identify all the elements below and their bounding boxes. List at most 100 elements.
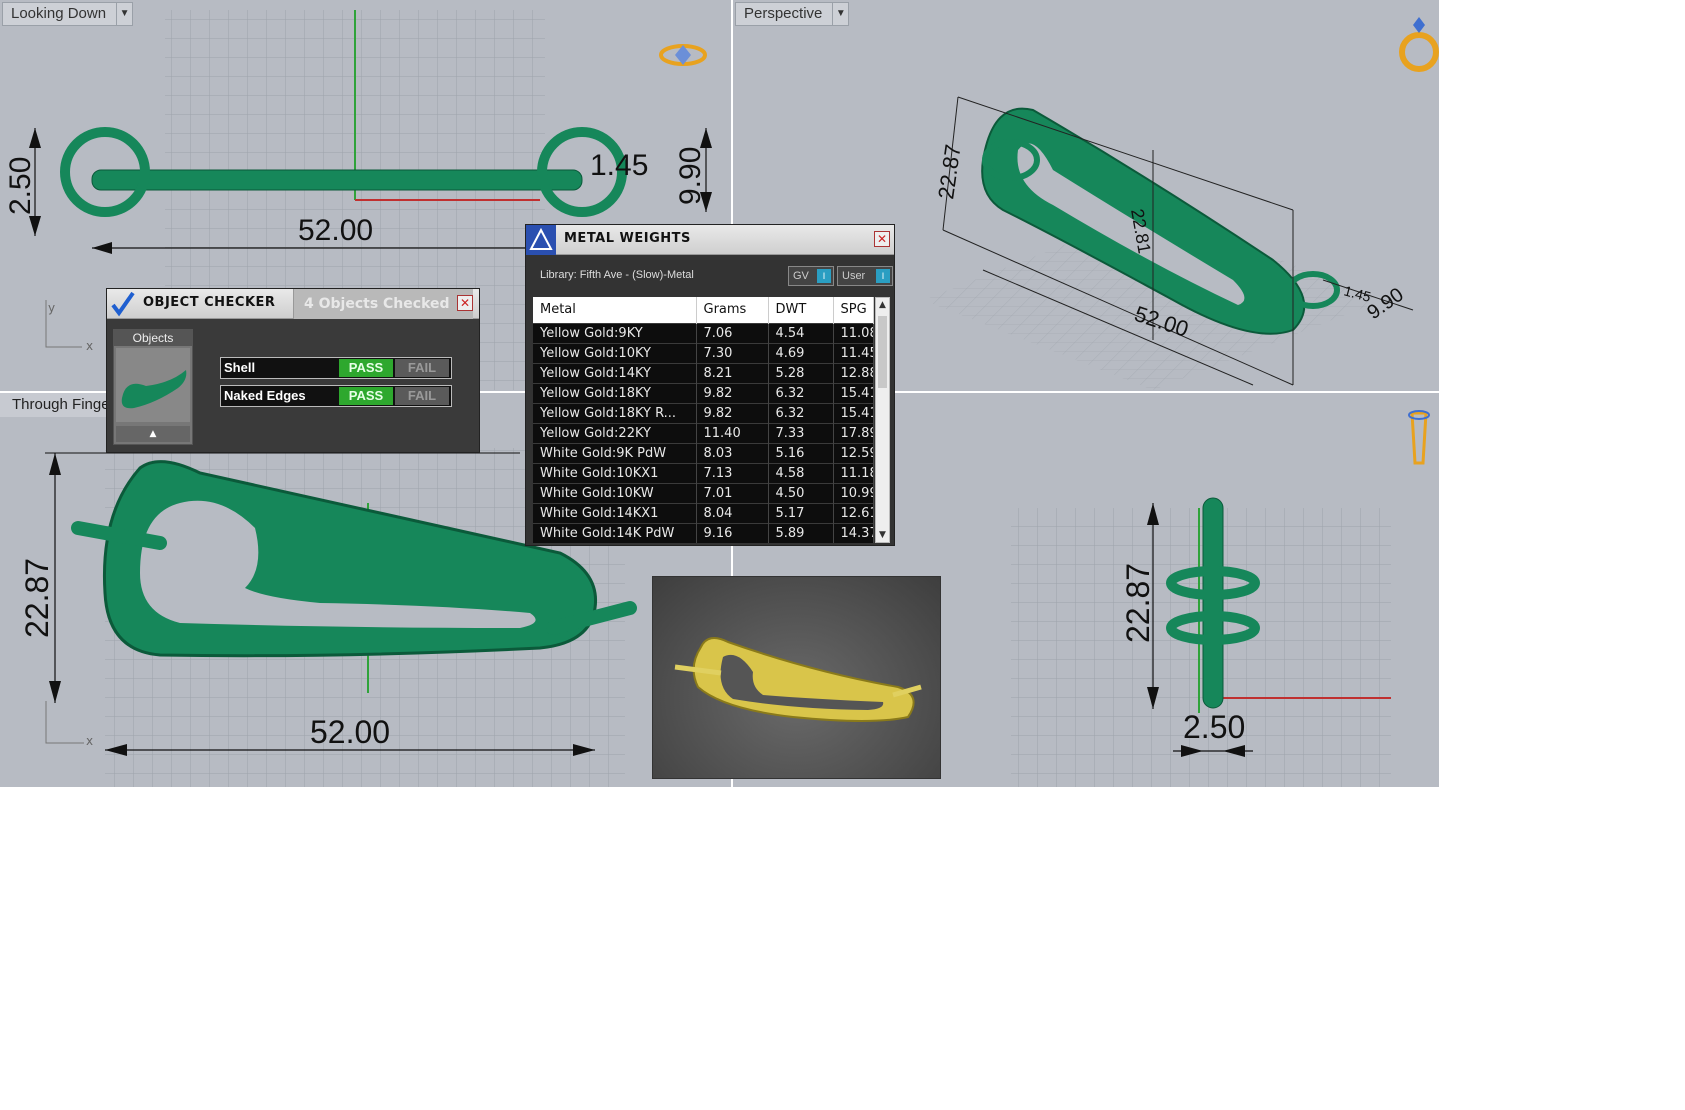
- table-cell: 9.82: [696, 402, 769, 423]
- table-cell: 10.99: [833, 482, 874, 503]
- scroll-up-arrow[interactable]: ▲: [876, 298, 889, 312]
- scale-icon: [526, 225, 556, 255]
- table-cell: 4.54: [768, 322, 834, 343]
- dim-length-label: 52.00: [298, 214, 373, 247]
- viewport-label-perspective[interactable]: Perspective ▼: [735, 2, 850, 26]
- metal-weights-titlebar[interactable]: METAL WEIGHTS ✕: [526, 225, 894, 255]
- column-header[interactable]: SPG: [833, 297, 874, 323]
- close-icon[interactable]: ✕: [874, 231, 890, 247]
- table-row[interactable]: White Gold:10KX17.134.5811.18: [533, 462, 874, 483]
- metal-weights-dialog[interactable]: METAL WEIGHTS ✕ Library: Fifth Ave - (Sl…: [525, 224, 895, 546]
- table-cell: 17.89: [833, 422, 874, 443]
- column-header[interactable]: DWT: [768, 297, 834, 323]
- scroll-down-arrow[interactable]: ▼: [876, 528, 889, 542]
- check-label: Naked Edges: [224, 388, 306, 403]
- object-thumbnail[interactable]: [116, 348, 190, 422]
- table-cell: 4.69: [768, 342, 834, 363]
- pass-button[interactable]: PASS: [339, 387, 393, 405]
- pass-button[interactable]: PASS: [339, 359, 393, 377]
- clasp-body-top: [91, 169, 583, 191]
- table-header-row: Metal Grams DWT SPG: [533, 297, 874, 323]
- viewport-label-top[interactable]: Looking Down ▼: [2, 2, 134, 26]
- table-cell: Yellow Gold:22KY: [533, 422, 697, 443]
- table-row[interactable]: Yellow Gold:14KY8.215.2812.88: [533, 362, 874, 383]
- object-checker-title: OBJECT CHECKER: [143, 295, 276, 310]
- table-cell: Yellow Gold:18KY R...: [533, 402, 697, 423]
- object-checker-dialog[interactable]: OBJECT CHECKER 4 Objects Checked ✕ Objec…: [106, 288, 480, 453]
- toggle-label: GV: [793, 270, 809, 282]
- axis-x-label: x: [86, 339, 93, 353]
- axis-triad: [45, 701, 84, 744]
- table-cell: Yellow Gold:9KY: [533, 322, 697, 343]
- table-cell: 7.13: [696, 462, 769, 483]
- finger-view-icon[interactable]: [1410, 411, 1428, 465]
- viewport-label-text: Perspective: [744, 5, 823, 22]
- column-header[interactable]: Grams: [696, 297, 769, 323]
- toggle-knob: I: [876, 269, 890, 283]
- construction-grid: [1011, 508, 1391, 787]
- table-cell: 14.37: [833, 522, 874, 543]
- fail-button[interactable]: FAIL: [395, 387, 449, 405]
- close-icon[interactable]: ✕: [457, 295, 473, 311]
- clasp-side: [1202, 497, 1224, 709]
- objects-panel[interactable]: Objects ▲: [113, 329, 193, 445]
- dim-length-label: 52.00: [310, 714, 390, 750]
- table-row[interactable]: Yellow Gold:10KY7.304.6911.45: [533, 342, 874, 363]
- table-cell: 5.89: [768, 522, 834, 543]
- gold-render-image: [674, 637, 922, 722]
- fail-button[interactable]: FAIL: [395, 359, 449, 377]
- table-cell: White Gold:14KX1: [533, 502, 697, 523]
- table-cell: 5.16: [768, 442, 834, 463]
- dim-arrow: [92, 242, 112, 254]
- table-row[interactable]: Yellow Gold:22KY11.407.3317.89: [533, 422, 874, 443]
- table-cell: 8.03: [696, 442, 769, 463]
- objects-header: Objects: [114, 330, 192, 346]
- table-cell: 8.21: [696, 362, 769, 383]
- gv-toggle[interactable]: GV I: [788, 266, 834, 286]
- table-cell: 11.40: [696, 422, 769, 443]
- dim-height-label: 2.50: [4, 157, 37, 215]
- column-header[interactable]: Metal: [533, 297, 697, 323]
- table-cell: White Gold:10KX1: [533, 462, 697, 483]
- table-cell: 4.58: [768, 462, 834, 483]
- dim-overall-label: 9.90: [674, 147, 707, 205]
- viewport-label-text: Looking Down: [11, 5, 107, 22]
- metal-weights-title: METAL WEIGHTS: [564, 231, 691, 246]
- ring-view-icon[interactable]: [1399, 32, 1439, 72]
- table-row[interactable]: White Gold:10KW7.014.5010.99: [533, 482, 874, 503]
- table-cell: Yellow Gold:18KY: [533, 382, 697, 403]
- chevron-down-icon[interactable]: ▼: [832, 3, 848, 25]
- check-label: Shell: [224, 360, 256, 375]
- table-cell: 6.32: [768, 382, 834, 403]
- table-cell: White Gold:9K PdW: [533, 442, 697, 463]
- viewport-label-text: Through Finger: [12, 396, 115, 413]
- metal-weights-table: Metal Grams DWT SPG Yellow Gold:9KY 7.06 4…: [533, 297, 874, 543]
- library-label: Library: Fifth Ave - (Slow)-Metal: [540, 269, 694, 281]
- cad-workspace: 52.00 2.50 1.45 9.90 y x Looking Down ▼: [0, 0, 1685, 1110]
- table-cell: 12.88: [833, 362, 874, 383]
- check-row-shell: Shell PASS FAIL: [220, 357, 452, 379]
- dim-width-label: 2.50: [1183, 709, 1245, 745]
- table-row[interactable]: Yellow Gold:18KY9.826.3215.41: [533, 382, 874, 403]
- table-row[interactable]: White Gold:9K PdW8.035.1612.59: [533, 442, 874, 463]
- table-cell: 11.08: [833, 322, 874, 343]
- table-cell: 12.59: [833, 442, 874, 463]
- gem-icon: [1413, 17, 1425, 33]
- dim-height-label: 22.87: [933, 143, 965, 201]
- table-row[interactable]: White Gold:14KX18.045.1712.61: [533, 502, 874, 523]
- table-row[interactable]: White Gold:14K PdW9.165.8914.37: [533, 522, 874, 543]
- user-toggle[interactable]: User I: [837, 266, 893, 286]
- toggle-label: User: [842, 270, 866, 282]
- table-cell: 11.45: [833, 342, 874, 363]
- chevron-down-icon[interactable]: ▼: [116, 3, 132, 25]
- table-cell: Yellow Gold:14KY: [533, 362, 697, 383]
- table-cell: 5.28: [768, 362, 834, 383]
- scroll-up-button[interactable]: ▲: [116, 426, 190, 442]
- axis-x-label: x: [86, 734, 93, 748]
- table-row[interactable]: Yellow Gold:9KY7.064.5411.08: [533, 322, 874, 343]
- table-scrollbar[interactable]: ▲ ▼: [875, 297, 890, 543]
- table-cell: 5.17: [768, 502, 834, 523]
- object-checker-titlebar[interactable]: OBJECT CHECKER 4 Objects Checked ✕: [107, 289, 479, 319]
- scrollbar-thumb[interactable]: [878, 316, 887, 388]
- table-row[interactable]: Yellow Gold:18KY R...9.826.3215.41: [533, 402, 874, 423]
